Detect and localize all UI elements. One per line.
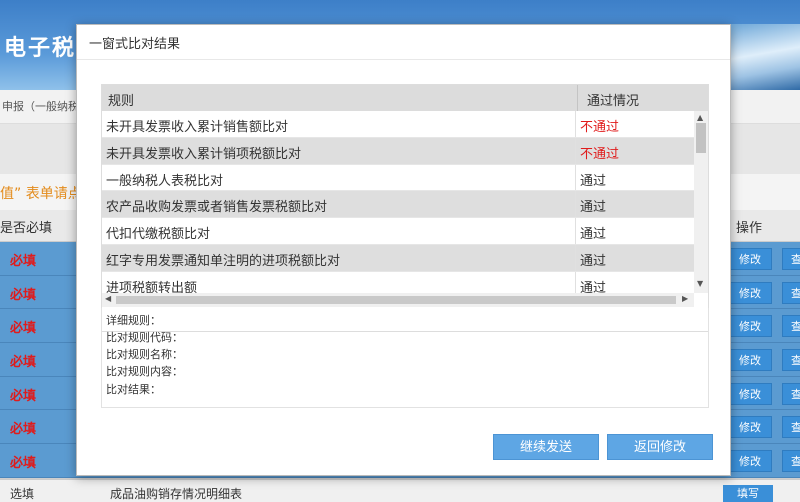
view-button[interactable]: 查 bbox=[782, 349, 800, 372]
detail-panel: 详细规则： 比对规则代码： 比对规则名称： 比对规则内容： 比对结果： bbox=[101, 308, 709, 408]
grid-row[interactable]: 未开具发票收入累计销售额比对 不通过 bbox=[102, 111, 694, 138]
row-form-name: 成品油购销存情况明细表 bbox=[110, 487, 243, 501]
rule-code-label: 比对规则代码： bbox=[106, 331, 183, 344]
rule-name: 代扣代缴税额比对 bbox=[106, 227, 211, 243]
view-button[interactable]: 查 bbox=[782, 382, 800, 405]
result-label: 比对结果： bbox=[106, 383, 161, 396]
cell-divider bbox=[575, 164, 576, 191]
modify-button[interactable]: 修改 bbox=[728, 349, 772, 372]
rule-status: 不通过 bbox=[580, 120, 620, 135]
view-button[interactable]: 查 bbox=[782, 450, 800, 473]
rule-name: 进项税额转出额 bbox=[106, 280, 198, 293]
scroll-down-icon[interactable]: ▼ bbox=[697, 279, 703, 288]
title-divider bbox=[77, 59, 730, 60]
cell-divider bbox=[575, 111, 576, 137]
rule-name: 红字专用发票通知单注明的进项税额比对 bbox=[106, 253, 341, 269]
row-required: 必填 bbox=[10, 287, 37, 303]
view-button[interactable]: 查 bbox=[782, 281, 800, 304]
rule-status: 通过 bbox=[580, 227, 607, 243]
scroll-thumb[interactable] bbox=[696, 123, 706, 153]
row-required: 必填 bbox=[10, 422, 37, 438]
cell-divider bbox=[575, 137, 576, 164]
row-required: 必填 bbox=[10, 321, 37, 337]
view-button[interactable]: 查 bbox=[782, 416, 800, 439]
dialog-title: 一窗式比对结果 bbox=[89, 37, 181, 52]
scroll-up-icon[interactable]: ▲ bbox=[697, 113, 703, 122]
header-banner-image bbox=[730, 24, 800, 90]
horizontal-scrollbar[interactable]: ◀ ▶ bbox=[102, 293, 694, 307]
rule-status: 通过 bbox=[580, 280, 607, 293]
continue-send-button[interactable]: 继续发送 bbox=[493, 434, 599, 460]
grid-row[interactable]: 红字专用发票通知单注明的进项税额比对 通过 bbox=[102, 244, 694, 272]
rule-name-label: 比对规则名称： bbox=[106, 348, 183, 361]
modify-button[interactable]: 修改 bbox=[728, 281, 772, 304]
rule-content-label: 比对规则内容： bbox=[106, 365, 183, 378]
rule-name: 未开具发票收入累计销售额比对 bbox=[106, 120, 289, 135]
rule-status: 通过 bbox=[580, 253, 607, 269]
view-button[interactable]: 查 bbox=[782, 248, 800, 270]
rule-name: 未开具发票收入累计销项税额比对 bbox=[106, 146, 302, 162]
scroll-left-icon[interactable]: ◀ bbox=[105, 294, 111, 303]
modify-button[interactable]: 修改 bbox=[728, 416, 772, 439]
table-row: 选填 成品油购销存情况明细表 填写 bbox=[0, 479, 800, 502]
row-required: 选填 bbox=[10, 487, 35, 501]
back-modify-button[interactable]: 返回修改 bbox=[607, 434, 713, 460]
header-required: 是否必填 bbox=[0, 221, 53, 236]
column-divider bbox=[577, 85, 578, 111]
cell-divider bbox=[575, 271, 576, 293]
fill-button[interactable]: 填写 bbox=[723, 485, 773, 502]
site-logo: 电子税 bbox=[4, 36, 77, 61]
grid-row[interactable]: 未开具发票收入累计销项税额比对 不通过 bbox=[102, 137, 694, 165]
cell-divider bbox=[575, 191, 576, 218]
cell-divider bbox=[575, 218, 576, 244]
cell-divider bbox=[575, 244, 576, 271]
grid-row[interactable]: 代扣代缴税额比对 通过 bbox=[102, 218, 694, 245]
rule-grid: 规则 通过情况 未开具发票收入累计销售额比对 不通过 未开具发票收入累计销项税额比对… bbox=[101, 84, 709, 332]
column-rule: 规则 bbox=[108, 94, 135, 109]
modify-button[interactable]: 修改 bbox=[728, 382, 772, 405]
vertical-scrollbar[interactable]: ▲ ▼ bbox=[694, 111, 708, 293]
scroll-right-icon[interactable]: ▶ bbox=[682, 294, 688, 303]
rule-name: 一般纳税人表税比对 bbox=[106, 173, 224, 189]
notice-text: 值” 表单请点 bbox=[0, 186, 82, 202]
column-status: 通过情况 bbox=[587, 94, 640, 109]
grid-header: 规则 通过情况 bbox=[102, 85, 708, 111]
rule-name: 农产品收购发票或者销售发票税额比对 bbox=[106, 200, 328, 216]
modify-button[interactable]: 修改 bbox=[728, 315, 772, 338]
detail-rule-label: 详细规则： bbox=[106, 314, 161, 327]
header-operation: 操作 bbox=[736, 221, 763, 236]
comparison-result-dialog: 一窗式比对结果 规则 通过情况 未开具发票收入累计销售额比对 不通过 未开具发票收入… bbox=[76, 24, 731, 476]
row-required: 必填 bbox=[10, 254, 37, 269]
row-required: 必填 bbox=[10, 355, 37, 371]
rule-status: 不通过 bbox=[580, 146, 620, 162]
rule-status: 通过 bbox=[580, 173, 607, 189]
grid-row[interactable]: 进项税额转出额 通过 bbox=[102, 271, 694, 293]
grid-row[interactable]: 农产品收购发票或者销售发票税额比对 通过 bbox=[102, 191, 694, 219]
scroll-thumb-horizontal[interactable] bbox=[116, 296, 676, 304]
rule-status: 通过 bbox=[580, 200, 607, 216]
view-button[interactable]: 查 bbox=[782, 315, 800, 338]
grid-body: 未开具发票收入累计销售额比对 不通过 未开具发票收入累计销项税额比对 不通过 一般纳税人… bbox=[102, 111, 694, 293]
row-required: 必填 bbox=[10, 388, 37, 404]
grid-row[interactable]: 一般纳税人表税比对 通过 bbox=[102, 164, 694, 192]
modify-button[interactable]: 修改 bbox=[728, 248, 772, 270]
row-required: 必填 bbox=[10, 456, 37, 472]
modify-button[interactable]: 修改 bbox=[728, 450, 772, 473]
